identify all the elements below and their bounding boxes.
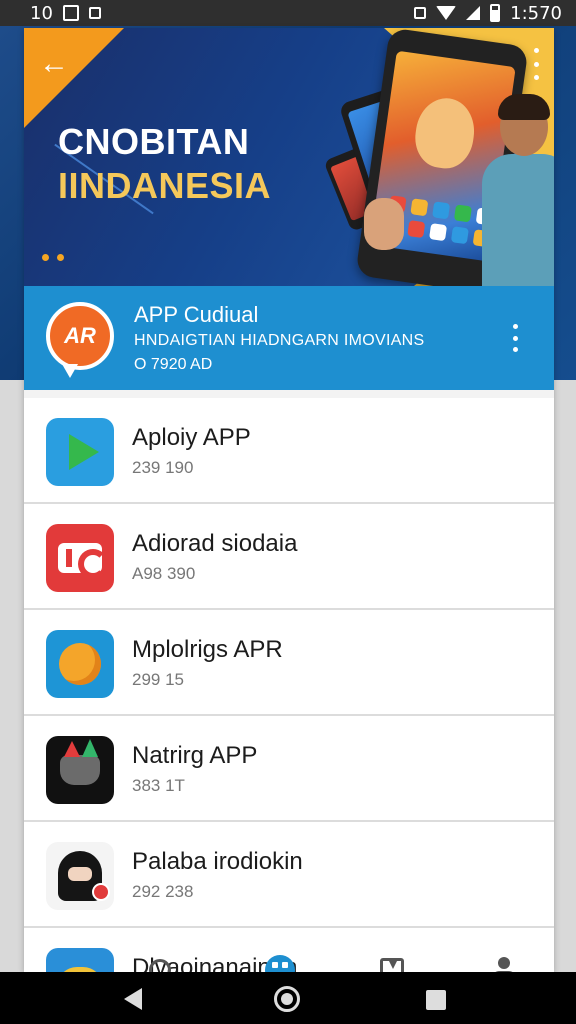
hero-banner: ← CNOBITAN IINDANESIA	[24, 28, 554, 286]
status-bar: 10 1:570	[0, 0, 576, 26]
app-logo: AR	[46, 302, 114, 378]
status-left: 10	[30, 3, 101, 24]
arrow-left-icon: ←	[39, 47, 69, 80]
system-nav-bar	[0, 972, 576, 1024]
signal-icon	[466, 6, 481, 20]
face-illustration	[411, 94, 479, 172]
item-title: Palaba irodiokin	[132, 848, 303, 875]
carousel-dots	[42, 254, 64, 261]
grid-icon	[265, 955, 295, 972]
list-item[interactable]: Palaba irodiokin 292 238	[24, 822, 554, 928]
back-button[interactable]: ←	[36, 46, 72, 82]
status-time: 1:570	[510, 2, 562, 24]
system-recents-icon[interactable]	[426, 990, 446, 1010]
more-vert-icon	[512, 324, 518, 329]
app-header: AR APP Cudiual HNDAIGTIAN HIADNGARN IMOV…	[24, 286, 554, 390]
carousel-dot[interactable]	[57, 254, 64, 261]
app-logo-text: AR	[64, 323, 96, 348]
app-name: APP Cudiual	[134, 302, 259, 327]
item-subtitle: 383 1T	[132, 776, 185, 795]
person-illustration	[482, 94, 554, 286]
app-detail-card: ← CNOBITAN IINDANESIA AR APP Cudiual HND…	[24, 28, 554, 972]
wifi-icon	[436, 6, 457, 20]
app-more-button[interactable]	[510, 324, 520, 352]
hero-title: CNOBITAN IINDANESIA	[58, 120, 358, 208]
item-subtitle: 292 238	[132, 882, 194, 901]
nfc-icon	[414, 7, 427, 19]
item-subtitle: A98 390	[132, 564, 196, 583]
play-store-icon	[46, 418, 114, 486]
dark-cat-icon	[46, 736, 114, 804]
app-meta: O 7920 AD	[134, 356, 213, 373]
ninja-icon	[46, 842, 114, 910]
list-item[interactable]: Natrirg APP 383 1T	[24, 716, 554, 822]
nav-search-button[interactable]	[140, 950, 180, 972]
red-ic-icon	[46, 524, 114, 592]
hero-title-line1: CNOBITAN	[58, 121, 250, 162]
hand-illustration	[364, 198, 404, 250]
item-title: Natrirg APP	[132, 742, 258, 769]
search-icon	[149, 959, 171, 972]
item-subtitle: 239 190	[132, 458, 194, 477]
hero-more-button[interactable]	[530, 48, 542, 80]
app-list: Aploiy APP 239 190 Adiorad siodaia A98 3…	[24, 398, 554, 972]
list-item[interactable]: Mplolrigs APR 299 15	[24, 610, 554, 716]
gallery-icon	[62, 5, 79, 21]
app-subtitle: HNDAIGTIAN HIADNGARN IMOVIANS	[134, 332, 425, 349]
item-title: Mplolrigs APR	[132, 636, 283, 663]
battery-icon	[490, 4, 501, 22]
more-vert-icon	[533, 48, 539, 53]
nav-profile-button[interactable]	[484, 950, 524, 972]
carousel-dot[interactable]	[42, 254, 49, 261]
person-icon	[491, 957, 517, 972]
item-subtitle: 299 15	[132, 670, 184, 689]
book-icon	[380, 958, 404, 972]
hero-title-line2: IINDANESIA	[58, 165, 272, 206]
nav-library-button[interactable]	[372, 950, 412, 972]
system-home-icon[interactable]	[274, 986, 300, 1012]
list-item[interactable]: Aploiy APP 239 190	[24, 398, 554, 504]
status-right: 1:570	[414, 3, 562, 24]
list-item[interactable]: Adiorad siodaia A98 390	[24, 504, 554, 610]
bottom-nav	[24, 950, 554, 972]
yellow-fox-icon	[46, 630, 114, 698]
notification-icon	[88, 7, 101, 19]
nav-home-button[interactable]	[260, 950, 300, 972]
system-back-icon[interactable]	[124, 988, 142, 1010]
item-title: Aploiy APP	[132, 424, 251, 451]
item-title: Adiorad siodaia	[132, 530, 298, 557]
status-left-text: 10	[30, 2, 53, 24]
